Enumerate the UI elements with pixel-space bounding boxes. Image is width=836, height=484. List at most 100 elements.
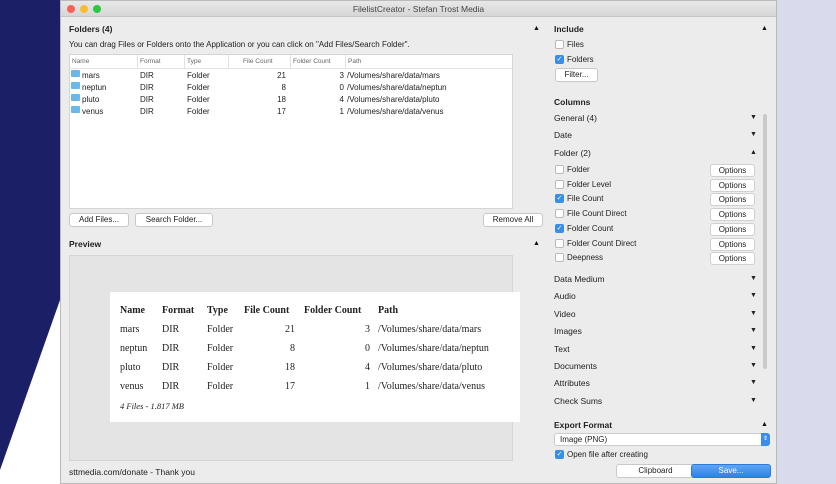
export-format-heading: Export Format xyxy=(554,420,613,430)
collapse-export-icon[interactable]: ▲ xyxy=(761,421,768,428)
cell-type: Folder xyxy=(187,95,210,104)
collapse-include-icon[interactable]: ▲ xyxy=(761,25,768,32)
cell-path: /Volumes/share/data/pluto xyxy=(347,95,440,104)
column-options-button[interactable]: Options xyxy=(710,222,755,236)
preview-cell-file-count: 8 xyxy=(290,343,295,354)
preview-cell-file-count: 21 xyxy=(285,324,295,335)
folder-row[interactable]: pluto DIR Folder 18 4 /Volumes/share/dat… xyxy=(70,94,512,106)
close-button[interactable] xyxy=(67,5,75,13)
expand-general-icon[interactable]: ▼ xyxy=(750,114,757,121)
donate-link[interactable]: sttmedia.com/donate - Thank you xyxy=(69,467,195,477)
column-checkbox[interactable] xyxy=(555,179,564,189)
expand-group-icon[interactable]: ▼ xyxy=(750,310,757,317)
folder-row[interactable]: mars DIR Folder 21 3 /Volumes/share/data… xyxy=(70,70,512,82)
columns-heading: Columns xyxy=(554,97,591,107)
column-checkbox[interactable] xyxy=(555,209,564,219)
column-group[interactable]: Data Medium xyxy=(554,274,605,284)
expand-group-icon[interactable]: ▼ xyxy=(750,275,757,282)
expand-group-icon[interactable]: ▼ xyxy=(750,292,757,299)
cell-format: DIR xyxy=(140,95,154,104)
column-group[interactable]: Video xyxy=(554,309,576,319)
include-folders-checkbox[interactable]: ✓ xyxy=(555,55,564,64)
column-options-button[interactable]: Options xyxy=(710,237,755,251)
preview-cell-format: DIR xyxy=(162,381,180,392)
expand-group-icon[interactable]: ▼ xyxy=(750,345,757,352)
clipboard-button[interactable]: Clipboard xyxy=(616,464,695,478)
cell-file-count: 21 xyxy=(277,71,286,80)
column-label: Folder Count Direct xyxy=(567,238,637,248)
preview-header: Path xyxy=(378,305,398,316)
collapse-folder-icon[interactable]: ▲ xyxy=(750,149,757,156)
window-title: FilelistCreator - Stefan Trost Media xyxy=(352,4,485,14)
columns-scrollbar[interactable] xyxy=(763,114,767,369)
open-after-label: Open file after creating xyxy=(567,450,648,459)
search-folder-button[interactable]: Search Folder... xyxy=(135,213,213,227)
app-window: FilelistCreator - Stefan Trost Media Fol… xyxy=(60,0,777,484)
column-options-button[interactable]: Options xyxy=(710,164,755,177)
include-files-label: Files xyxy=(567,40,584,49)
filter-button[interactable]: Filter... xyxy=(555,68,598,82)
column-header-file-count[interactable]: File Count xyxy=(229,55,291,68)
remove-all-button[interactable]: Remove All xyxy=(483,213,543,227)
column-group[interactable]: Attributes xyxy=(554,378,590,388)
column-header-format[interactable]: Format xyxy=(138,55,185,68)
cell-type: Folder xyxy=(187,83,210,92)
folder-icon xyxy=(71,82,80,89)
preview-cell-format: DIR xyxy=(162,362,180,373)
column-group[interactable]: Audio xyxy=(554,291,576,301)
column-options-button[interactable]: Options xyxy=(710,252,755,266)
column-checkbox[interactable] xyxy=(555,238,564,248)
column-group[interactable]: Images xyxy=(554,326,582,336)
expand-group-icon[interactable]: ▼ xyxy=(750,362,757,369)
zoom-button[interactable] xyxy=(93,5,101,13)
group-date[interactable]: Date xyxy=(554,130,572,140)
collapse-preview-icon[interactable]: ▲ xyxy=(533,240,540,247)
expand-group-icon[interactable]: ▼ xyxy=(750,397,757,404)
group-general[interactable]: General (4) xyxy=(554,113,597,123)
preview-header: File Count xyxy=(244,305,290,316)
expand-group-icon[interactable]: ▼ xyxy=(750,327,757,334)
preview-cell-type: Folder xyxy=(207,362,234,373)
column-options-button[interactable]: Options xyxy=(710,178,755,192)
add-files-button[interactable]: Add Files... xyxy=(69,213,129,227)
column-label: File Count Direct xyxy=(567,209,627,219)
cell-format: DIR xyxy=(140,107,154,116)
folder-row[interactable]: neptun DIR Folder 8 0 /Volumes/share/dat… xyxy=(70,82,512,94)
column-header-name[interactable]: Name xyxy=(70,55,138,68)
column-label: Folder Count xyxy=(567,223,614,233)
export-format-select[interactable]: Image (PNG) ⇕ xyxy=(554,433,770,446)
preview-cell-path: /Volumes/share/data/venus xyxy=(378,381,486,392)
column-group[interactable]: Check Sums xyxy=(554,396,602,406)
group-folder[interactable]: Folder (2) xyxy=(554,148,591,158)
column-options-button[interactable]: Options xyxy=(710,208,755,222)
open-after-checkbox[interactable]: ✓ xyxy=(555,450,564,459)
collapse-folders-icon[interactable]: ▲ xyxy=(533,25,540,32)
preview-cell-path: /Volumes/share/data/pluto xyxy=(378,362,483,373)
select-arrows-icon: ⇕ xyxy=(761,433,770,446)
include-folders-label: Folders xyxy=(567,55,594,64)
folder-list[interactable]: Name Format Type File Count Folder Count… xyxy=(69,54,513,209)
expand-date-icon[interactable]: ▼ xyxy=(750,131,757,138)
folder-icon xyxy=(71,70,80,77)
column-checkbox[interactable]: ✓ xyxy=(555,223,564,233)
column-header-path[interactable]: Path xyxy=(346,55,514,68)
preview-summary: 4 Files - 1.817 MB xyxy=(120,401,184,411)
column-checkbox[interactable] xyxy=(555,165,564,174)
expand-group-icon[interactable]: ▼ xyxy=(750,379,757,386)
folder-row[interactable]: venus DIR Folder 17 1 /Volumes/share/dat… xyxy=(70,106,512,118)
column-checkbox[interactable]: ✓ xyxy=(555,194,564,204)
save-button[interactable]: Save... xyxy=(691,464,771,478)
minimize-button[interactable] xyxy=(80,5,88,13)
column-label: Deepness xyxy=(567,253,604,263)
column-group[interactable]: Text xyxy=(554,344,570,354)
column-header-folder-count[interactable]: Folder Count xyxy=(291,55,346,68)
cell-file-count: 18 xyxy=(277,95,286,104)
column-checkbox[interactable] xyxy=(555,253,564,263)
column-header-type[interactable]: Type xyxy=(185,55,229,68)
column-group[interactable]: Documents xyxy=(554,361,597,371)
cell-folder-count: 3 xyxy=(339,71,344,80)
cell-path: /Volumes/share/data/mars xyxy=(347,71,440,80)
column-options-button[interactable]: Options xyxy=(710,193,755,207)
include-files-checkbox[interactable] xyxy=(555,40,564,49)
cell-file-count: 8 xyxy=(281,83,286,92)
